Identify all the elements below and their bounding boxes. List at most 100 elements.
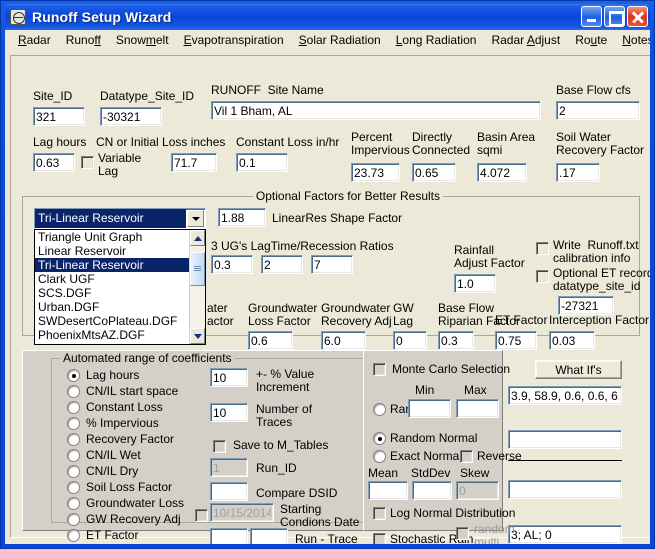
radio-cnil-start-space[interactable]	[67, 385, 80, 398]
close-button[interactable]	[627, 6, 648, 27]
shape-factor-input[interactable]	[218, 208, 266, 227]
scroll-down-icon[interactable]	[190, 328, 205, 344]
radio-cnil-dry[interactable]	[67, 465, 80, 478]
dropdown-item[interactable]: Clark UGF	[35, 272, 189, 286]
scroll-up-icon[interactable]	[190, 230, 205, 246]
menu-item-radar[interactable]: RRadaradar	[11, 31, 59, 49]
scrollbar-track[interactable]	[190, 246, 205, 328]
menu-item-route[interactable]: Route	[568, 31, 615, 49]
whatifs-result-field-3[interactable]	[508, 480, 622, 499]
start-date-input[interactable]	[210, 503, 274, 522]
radio-soil-loss-factor[interactable]	[67, 481, 80, 494]
soil-water-recovery-label: Soil WaterRecovery Factor	[556, 131, 644, 157]
pct-increment-input[interactable]	[210, 368, 248, 387]
base-flow-riparian-input[interactable]	[438, 331, 474, 350]
method-dropdown-list[interactable]: Triangle Unit Graph Linear Reservoir Tri…	[34, 229, 206, 345]
base-flow-input[interactable]	[556, 101, 640, 120]
reverse-checkbox[interactable]	[460, 450, 473, 463]
ug-ratio-3-input[interactable]	[311, 255, 353, 274]
groundwater-recovery-input[interactable]	[321, 331, 366, 350]
radio-et-factor[interactable]	[67, 529, 80, 542]
menu-item-long-radiation[interactable]: Long Radiation	[389, 31, 485, 49]
menu-item-snowmelt[interactable]: Snowmelt	[109, 31, 177, 49]
dropdown-item[interactable]: Linear Reservoir	[35, 244, 189, 258]
menu-item-solar-radiation[interactable]: Solar Radiation	[292, 31, 389, 49]
radio-random[interactable]	[373, 403, 386, 416]
skew-input[interactable]	[456, 481, 499, 500]
log-normal-checkbox[interactable]	[373, 507, 386, 520]
menu-item-runoff[interactable]: Runoff	[59, 31, 109, 49]
rainfall-adjust-input[interactable]	[454, 274, 496, 293]
trace-input[interactable]	[250, 528, 288, 544]
whatifs-result-field-1[interactable]	[508, 386, 622, 405]
stddev-input[interactable]	[412, 481, 452, 500]
random-multi-label: randommulti	[474, 523, 515, 544]
radio-exact-normal[interactable]	[373, 450, 386, 463]
ug-ratio-1-input[interactable]	[211, 255, 253, 274]
chevron-down-icon[interactable]	[187, 210, 204, 227]
mean-input[interactable]	[368, 481, 408, 500]
random-multi-checkbox[interactable]	[456, 527, 469, 540]
stochastic-rain-checkbox[interactable]	[373, 533, 386, 544]
dropdown-item[interactable]: Urban.DGF	[35, 300, 189, 314]
et-factor-input[interactable]	[495, 331, 537, 350]
variable-lag-checkbox[interactable]	[81, 156, 94, 169]
monte-carlo-checkbox[interactable]	[373, 363, 386, 376]
radio-cnil-wet[interactable]	[67, 449, 80, 462]
save-m-tables-checkbox[interactable]	[213, 440, 226, 453]
menu-item-notes[interactable]: Notes	[615, 31, 650, 49]
directly-connected-input[interactable]	[412, 163, 456, 182]
soil-water-recovery-input[interactable]	[556, 163, 600, 182]
dropdown-item[interactable]: Triangle Unit Graph	[35, 230, 189, 244]
groundwater-loss-input[interactable]	[248, 331, 293, 350]
basin-area-input[interactable]	[477, 163, 527, 182]
what-ifs-button[interactable]: What If's	[535, 360, 622, 379]
radio-label: Soil Loss Factor	[86, 481, 172, 494]
whatifs-result-field-4[interactable]	[508, 525, 622, 544]
compare-dsid-input[interactable]	[210, 482, 248, 501]
dropdown-item[interactable]: PhoenixMtsAZ.DGF	[35, 328, 189, 342]
dropdown-item-selected[interactable]: Tri-Linear Reservoir	[35, 258, 189, 272]
lag-hours-label: Lag hours	[33, 136, 86, 149]
whatifs-result-field-2[interactable]	[508, 430, 622, 449]
write-runoff-checkbox[interactable]	[536, 242, 549, 255]
minimize-button[interactable]	[581, 6, 602, 27]
menu-item-evapotranspiration[interactable]: Evapotranspiration	[177, 31, 292, 49]
radio-percent-impervious[interactable]	[67, 417, 80, 430]
random-max-input[interactable]	[456, 399, 499, 418]
run-input[interactable]	[210, 528, 248, 544]
constant-loss-input[interactable]	[236, 153, 288, 172]
method-combobox[interactable]: Tri-Linear Reservoir	[34, 208, 206, 229]
radio-label: Recovery Factor	[86, 433, 174, 446]
start-date-checkbox[interactable]	[195, 509, 208, 522]
interception-factor-input[interactable]	[549, 331, 595, 350]
radio-groundwater-loss[interactable]	[67, 497, 80, 510]
num-traces-input[interactable]	[210, 403, 248, 422]
ug-ratio-2-input[interactable]	[261, 255, 303, 274]
radio-random-normal[interactable]	[373, 432, 386, 445]
optional-et-checkbox[interactable]	[536, 270, 549, 283]
radio-gw-recovery-adj[interactable]	[67, 513, 80, 526]
cn-initial-loss-input[interactable]	[171, 153, 217, 172]
rainfall-adjust-label: RainfallAdjust Factor	[454, 244, 525, 270]
maximize-button[interactable]	[604, 6, 625, 27]
dropdown-item[interactable]: SCS.DGF	[35, 286, 189, 300]
radio-label: Constant Loss	[86, 401, 163, 414]
scrollbar-thumb[interactable]	[190, 252, 205, 286]
radio-lag-hours[interactable]	[67, 369, 80, 382]
menu-item-radar-adjust[interactable]: Radar Adjust	[484, 31, 568, 49]
percent-impervious-input[interactable]	[351, 163, 400, 182]
site-name-input[interactable]	[211, 101, 541, 120]
gw-lag-input[interactable]	[393, 331, 427, 350]
stddev-label: StdDev	[411, 467, 450, 480]
site-id-input[interactable]	[33, 107, 85, 126]
run-id-input[interactable]	[210, 458, 248, 477]
dropdown-scrollbar[interactable]	[189, 230, 205, 344]
dropdown-item[interactable]: SWDesertCoPlateau.DGF	[35, 314, 189, 328]
radio-recovery-factor[interactable]	[67, 433, 80, 446]
et-factor-label: ET Factor	[495, 314, 547, 327]
radio-constant-loss[interactable]	[67, 401, 80, 414]
datatype-site-id-input[interactable]	[100, 107, 162, 126]
random-min-input[interactable]	[408, 399, 451, 418]
lag-hours-input[interactable]	[33, 153, 75, 172]
